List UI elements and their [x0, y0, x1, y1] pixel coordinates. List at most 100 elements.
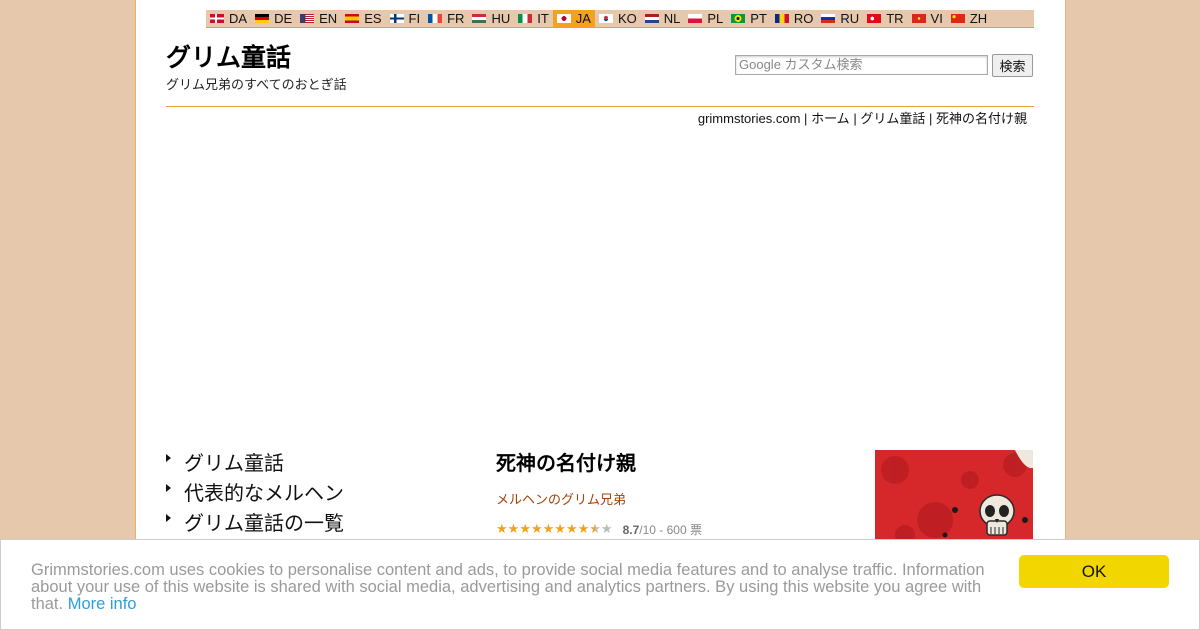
story-author-link[interactable]: メルヘンのグリム兄弟: [496, 489, 626, 508]
language-link-tr[interactable]: TR: [863, 10, 907, 27]
flag-poland-icon: [688, 14, 703, 23]
language-bar: DA DE EN ES FI FR HU IT JA KO NL PL PT RO RU TR VI ZH: [206, 10, 1034, 28]
language-link-nl[interactable]: NL: [641, 10, 685, 27]
language-link-es[interactable]: ES: [341, 10, 385, 27]
rating-score-value: 8.7: [622, 523, 640, 537]
star-icon[interactable]: ★: [519, 522, 531, 538]
language-link-pl[interactable]: PL: [684, 10, 727, 27]
skull-illustration-icon: [875, 450, 1033, 550]
bullet-icon: [166, 454, 171, 462]
language-link-de[interactable]: DE: [251, 10, 296, 27]
cookie-message-text: Grimmstories.com uses cookies to persona…: [31, 561, 985, 613]
language-link-ko[interactable]: KO: [595, 10, 641, 27]
language-link-hu[interactable]: HU: [468, 10, 514, 27]
story-title: 死神の名付け親: [496, 451, 636, 475]
search-button[interactable]: 検索: [992, 54, 1033, 77]
flag-denmark-icon: [210, 14, 224, 23]
flag-hungary-icon: [472, 14, 487, 23]
language-code: DE: [274, 11, 293, 26]
flag-france-icon: [428, 14, 443, 23]
cookie-ok-button[interactable]: OK: [1019, 555, 1169, 588]
site-subtitle: グリム兄弟のすべてのおとぎ話: [166, 78, 347, 93]
language-code: PL: [707, 11, 724, 26]
flag-russia-icon: [821, 14, 836, 23]
language-link-fr[interactable]: FR: [424, 10, 468, 27]
language-link-da[interactable]: DA: [206, 10, 251, 27]
star-icon[interactable]: ★: [601, 522, 613, 538]
breadcrumb-site-link[interactable]: grimmstories.com: [698, 111, 801, 126]
language-code: DA: [229, 11, 248, 26]
flag-italy-icon: [518, 14, 533, 23]
language-code: PT: [750, 11, 767, 26]
nav-item-label: グリム童話: [184, 451, 284, 475]
nav-item-tale-list[interactable]: グリム童話の一覧: [162, 510, 344, 540]
nav-item-label: グリム童話の一覧: [184, 511, 344, 535]
cookie-banner: Grimmstories.com uses cookies to persona…: [0, 539, 1200, 630]
flag-finland-icon: [389, 14, 404, 23]
flag-netherlands-icon: [644, 14, 659, 23]
breadcrumb-separator: |: [928, 111, 933, 126]
star-icon[interactable]: ★: [531, 522, 543, 538]
star-icon[interactable]: ★: [566, 522, 578, 538]
language-link-ru[interactable]: RU: [817, 10, 863, 27]
star-icon[interactable]: ★: [543, 522, 555, 538]
left-nav: グリム童話 代表的なメルヘン グリム童話の一覧: [162, 450, 344, 540]
language-code: EN: [319, 11, 338, 26]
breadcrumb-current: 死神の名付け親: [935, 111, 1027, 126]
flag-spain-icon: [345, 14, 360, 23]
star-icon[interactable]: ★: [554, 522, 566, 538]
nav-item-grimm-tales[interactable]: グリム童話: [162, 450, 344, 480]
language-code: FI: [408, 11, 421, 26]
breadcrumb: grimmstories.com | ホーム | グリム童話 | 死神の名付け親: [698, 108, 1027, 127]
flag-china-icon: [950, 14, 965, 23]
flag-germany-icon: [255, 14, 270, 23]
language-code: RO: [793, 11, 814, 26]
breadcrumb-section-link[interactable]: グリム童話: [860, 111, 925, 126]
flag-romania-icon: [774, 14, 789, 23]
flag-korea-icon: [598, 14, 613, 23]
language-code: KO: [617, 11, 637, 26]
language-code: NL: [663, 11, 681, 26]
language-link-fi[interactable]: FI: [386, 10, 425, 27]
more-info-link[interactable]: More info: [68, 595, 137, 613]
flag-turkey-icon: [867, 14, 882, 23]
language-link-vi[interactable]: VI: [908, 10, 947, 27]
language-link-zh[interactable]: ZH: [947, 10, 991, 27]
language-code: TR: [886, 11, 904, 26]
header-divider: [166, 106, 1034, 107]
language-link-en[interactable]: EN: [296, 10, 341, 27]
story-illustration: [875, 450, 1033, 550]
site-title[interactable]: グリム童話: [166, 38, 291, 74]
breadcrumb-home-link[interactable]: ホーム: [811, 111, 850, 126]
star-icon[interactable]: ★: [496, 522, 508, 538]
rating-score-rest: /10 - 600 票: [639, 523, 702, 537]
breadcrumb-separator: |: [853, 111, 857, 126]
flag-brazil-icon: [731, 14, 746, 23]
story-rating: ★ ★ ★ ★ ★ ★ ★ ★ ★ ★ 8.7/10 - 600 票: [496, 521, 702, 538]
language-code: ZH: [969, 11, 988, 26]
language-code: FR: [447, 11, 465, 26]
cookie-message: Grimmstories.com uses cookies to persona…: [31, 562, 991, 613]
language-code: IT: [537, 11, 549, 26]
language-link-ja[interactable]: JA: [552, 10, 595, 27]
star-icon[interactable]: ★: [508, 522, 520, 538]
flag-japan-icon: [556, 14, 571, 23]
nav-item-popular-tales[interactable]: 代表的なメルヘン: [162, 480, 344, 510]
bullet-icon: [166, 514, 171, 522]
search-input[interactable]: Google カスタム検索: [735, 55, 988, 75]
star-icon[interactable]: ★: [589, 522, 601, 538]
language-code: VI: [930, 11, 943, 26]
rating-score: 8.7/10 - 600 票: [623, 521, 702, 538]
rating-stars[interactable]: ★ ★ ★ ★ ★ ★ ★ ★ ★ ★: [496, 522, 613, 538]
flag-usa-icon: [300, 14, 315, 23]
language-link-ro[interactable]: RO: [771, 10, 818, 27]
language-link-pt[interactable]: PT: [727, 10, 771, 27]
breadcrumb-separator: |: [804, 111, 808, 126]
language-code: ES: [364, 11, 382, 26]
star-icon[interactable]: ★: [578, 522, 590, 538]
bullet-icon: [166, 484, 171, 492]
language-link-it[interactable]: IT: [514, 10, 553, 27]
flag-vietnam-icon: [911, 14, 926, 23]
language-code: HU: [491, 11, 511, 26]
language-code: RU: [840, 11, 860, 26]
